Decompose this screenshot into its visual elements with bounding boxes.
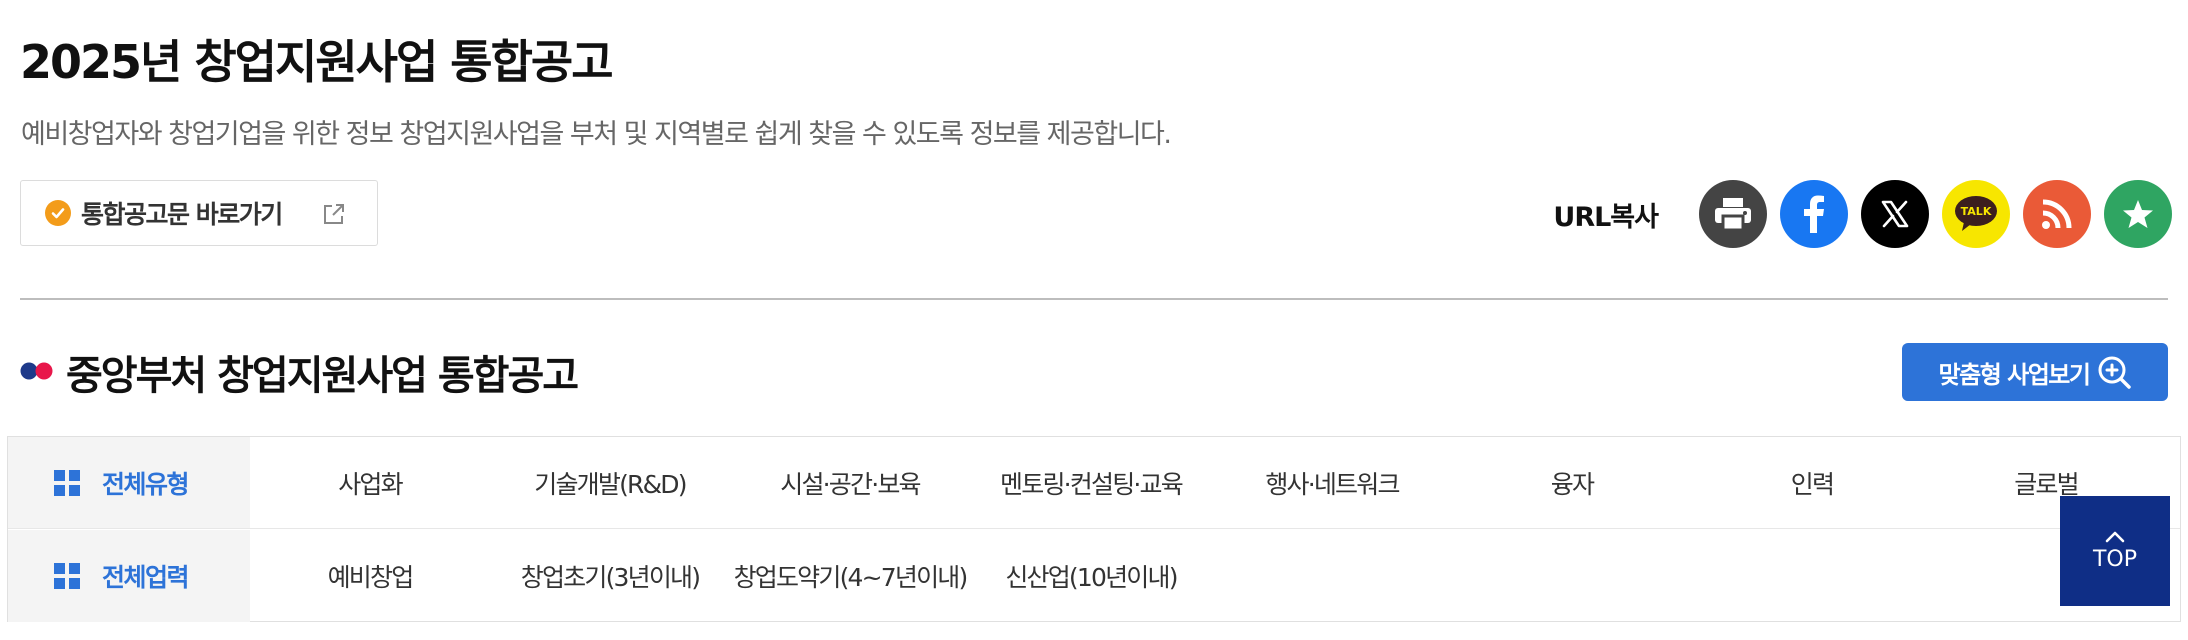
career-filter-row: 전체업력 예비창업 창업초기(3년이내) 창업도약기(4~7년이내) 신산업(1…: [8, 530, 2180, 622]
type-filter-row: 전체유형 사업화 기술개발(R&D) 시설·공간·보육 멘토링·컨설팅·교육 행…: [8, 437, 2180, 529]
filter-panel: 전체유형 사업화 기술개발(R&D) 시설·공간·보육 멘토링·컨설팅·교육 행…: [7, 436, 2181, 622]
x-icon: [1881, 200, 1909, 228]
rss-button[interactable]: [2023, 180, 2091, 248]
type-option[interactable]: 시설·공간·보육: [730, 437, 970, 528]
type-filter-all-label: 전체유형: [102, 469, 190, 499]
facebook-icon: [1804, 195, 1824, 233]
facebook-share-button[interactable]: [1780, 180, 1848, 248]
grid-icon: [54, 563, 80, 589]
rss-icon: [2042, 199, 2072, 229]
notice-link-button[interactable]: 통합공고문 바로가기: [20, 180, 378, 246]
chevron-up-icon: [2105, 531, 2125, 542]
type-option[interactable]: 융자: [1452, 437, 1692, 528]
type-filter-all[interactable]: 전체유형: [8, 437, 250, 528]
custom-view-label: 맞춤형 사업보기: [1938, 360, 2091, 389]
header-divider: [20, 298, 2168, 300]
type-option[interactable]: 행사·네트워크: [1212, 437, 1452, 528]
page-title: 2025년 창업지원사업 통합공고: [20, 35, 614, 89]
check-circle-icon: [45, 200, 71, 226]
external-link-icon: [321, 201, 347, 227]
type-option[interactable]: 멘토링·컨설팅·교육: [970, 437, 1212, 528]
career-option[interactable]: 신산업(10년이내): [970, 530, 1212, 622]
type-option[interactable]: 사업화: [250, 437, 490, 528]
section-bullet-icon: [20, 362, 53, 380]
favorite-button[interactable]: [2104, 180, 2172, 248]
share-toolbar: URL복사 TALK: [1553, 180, 2172, 248]
x-share-button[interactable]: [1861, 180, 1929, 248]
url-copy-button[interactable]: URL복사: [1553, 195, 1659, 234]
kakaotalk-share-button[interactable]: TALK: [1942, 180, 2010, 248]
kakaotalk-icon: TALK: [1955, 196, 1997, 231]
print-button[interactable]: [1699, 180, 1767, 248]
career-option[interactable]: 창업도약기(4~7년이내): [730, 530, 970, 622]
page-description: 예비창업자와 창업기업을 위한 정보 창업지원사업을 부처 및 지역별로 쉽게 …: [21, 119, 1172, 150]
zoom-in-icon: [2098, 356, 2132, 389]
star-icon: [2123, 200, 2153, 228]
type-option[interactable]: 기술개발(R&D): [490, 437, 730, 528]
printer-icon: [1715, 198, 1751, 231]
custom-view-button[interactable]: 맞춤형 사업보기: [1902, 343, 2168, 401]
career-option[interactable]: 창업초기(3년이내): [490, 530, 730, 622]
section-title: 중앙부처 창업지원사업 통합공고: [66, 353, 579, 399]
kakaotalk-logo-text: TALK: [1961, 205, 1992, 218]
type-option[interactable]: 인력: [1692, 437, 1932, 528]
scroll-top-label: TOP: [2092, 546, 2138, 572]
grid-icon: [54, 469, 80, 496]
career-filter-all-label: 전체업력: [102, 563, 190, 592]
scroll-top-button[interactable]: TOP: [2060, 496, 2170, 606]
career-option[interactable]: 예비창업: [250, 530, 490, 622]
career-filter-all[interactable]: 전체업력: [8, 530, 250, 622]
notice-link-label: 통합공고문 바로가기: [81, 200, 283, 229]
